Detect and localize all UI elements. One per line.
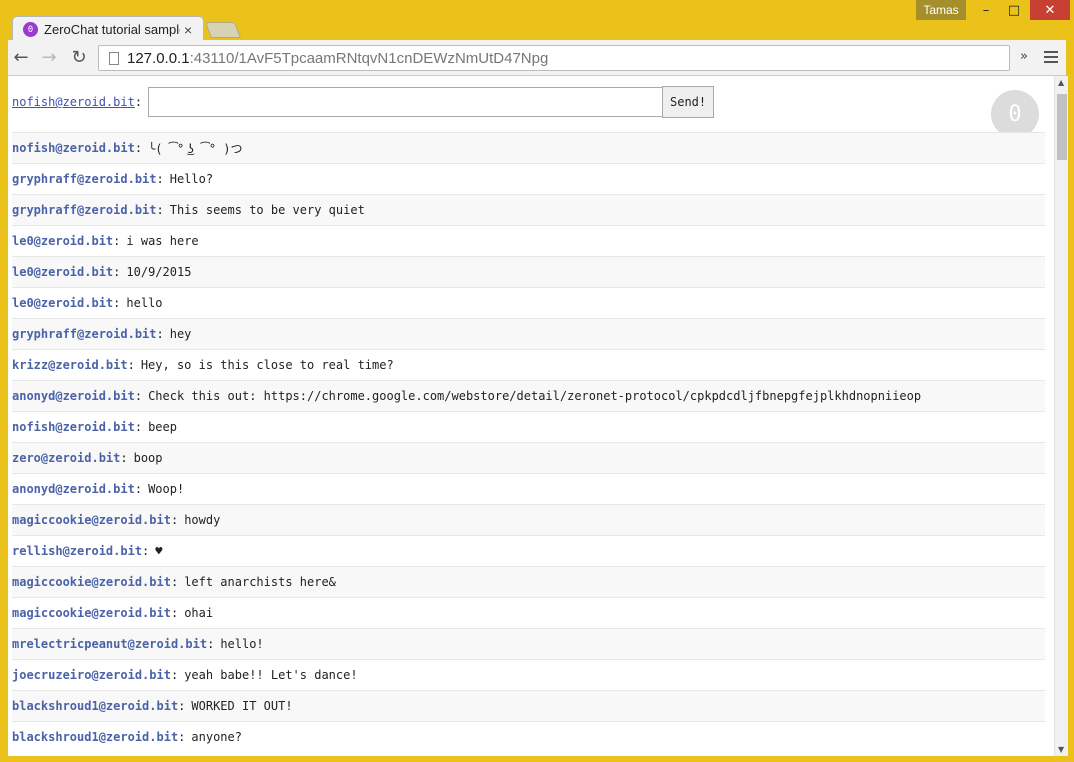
- message-text: ♥: [155, 544, 163, 558]
- message-user[interactable]: krizz@zeroid.bit: [12, 358, 128, 372]
- message-row: blackshroud1@zeroid.bit: WORKED IT OUT!: [12, 690, 1045, 721]
- chat-page: nofish@zeroid.bit : Send! 0 nofish@zeroi…: [8, 76, 1054, 756]
- message-text: hey: [169, 327, 192, 341]
- scrollbar-thumb[interactable]: [1057, 94, 1067, 160]
- message-row: rellish@zeroid.bit: ♥: [12, 535, 1045, 566]
- message-row: gryphraff@zeroid.bit: hey: [12, 318, 1045, 349]
- message-text: ohai: [184, 606, 214, 620]
- message-user[interactable]: magiccookie@zeroid.bit: [12, 575, 171, 589]
- new-tab-button[interactable]: [205, 22, 241, 38]
- compose-separator: :: [134, 95, 143, 109]
- reload-icon[interactable]: ↻: [68, 46, 90, 68]
- message-row: blackshroud1@zeroid.bit: anyone?: [12, 721, 1045, 752]
- message-user[interactable]: le0@zeroid.bit: [12, 296, 113, 310]
- message-row: magiccookie@zeroid.bit: left anarchists h…: [12, 566, 1045, 597]
- message-user[interactable]: gryphraff@zeroid.bit: [12, 327, 157, 341]
- zeronet-favicon-icon: 0: [23, 22, 38, 37]
- message-text: This seems to be very quiet: [169, 203, 365, 217]
- message-row: krizz@zeroid.bit: Hey, so is this close t…: [12, 349, 1045, 380]
- message-user[interactable]: gryphraff@zeroid.bit: [12, 172, 157, 186]
- message-user[interactable]: le0@zeroid.bit: [12, 265, 113, 279]
- url-host: 127.0.0.1: [127, 49, 190, 67]
- minimize-icon[interactable]: –: [972, 0, 1000, 20]
- message-text: Hey, so is this close to real time?: [140, 358, 394, 372]
- message-text: beep: [148, 420, 177, 434]
- message-text: Hello?: [169, 172, 214, 186]
- message-row: gryphraff@zeroid.bit: Hello?: [12, 163, 1045, 194]
- message-row: nofish@zeroid.bit: ╰( ͡° ͜ʖ ͡° )つ: [12, 132, 1045, 163]
- message-row: nofish@zeroid.bit: beep: [12, 411, 1045, 442]
- message-text: hello: [126, 296, 163, 310]
- message-row: le0@zeroid.bit: hello: [12, 287, 1045, 318]
- scroll-up-arrow-icon[interactable]: ▲: [1058, 78, 1064, 87]
- message-text: left anarchists here&: [184, 575, 336, 589]
- message-text: 10/9/2015: [126, 265, 192, 279]
- window-titlebar: 0 ZeroChat tutorial sample × Tamas – □ ✕: [0, 0, 1074, 42]
- message-text: i was here: [126, 234, 199, 248]
- message-text: hello!: [220, 637, 264, 651]
- message-row: anonyd@zeroid.bit: Woop!: [12, 473, 1045, 504]
- message-user[interactable]: nofish@zeroid.bit: [12, 420, 135, 434]
- message-row: magiccookie@zeroid.bit: ohai: [12, 597, 1045, 628]
- scroll-down-arrow-icon[interactable]: ▼: [1058, 745, 1064, 754]
- message-text: boop: [133, 451, 163, 465]
- message-user[interactable]: anonyd@zeroid.bit: [12, 482, 135, 496]
- message-row: zero@zeroid.bit: boop: [12, 442, 1045, 473]
- message-user[interactable]: blackshroud1@zeroid.bit: [12, 730, 178, 744]
- browser-toolbar: ← → ↻ 127.0.0.1:43110/1AvF5TpcaamRNtqvN1…: [8, 40, 1066, 76]
- maximize-icon[interactable]: □: [1000, 0, 1028, 20]
- window-close-icon[interactable]: ✕: [1030, 0, 1070, 20]
- message-user[interactable]: rellish@zeroid.bit: [12, 544, 142, 558]
- address-bar[interactable]: 127.0.0.1:43110/1AvF5TpcaamRNtqvN1cnDEWz…: [98, 45, 1010, 71]
- hamburger-menu-icon[interactable]: [1044, 48, 1058, 66]
- message-user[interactable]: magiccookie@zeroid.bit: [12, 606, 171, 620]
- message-row: gryphraff@zeroid.bit: This seems to be ve…: [12, 194, 1045, 225]
- profile-user-badge[interactable]: Tamas: [916, 0, 966, 20]
- back-arrow-icon[interactable]: ←: [10, 46, 32, 68]
- message-text: ╰( ͡° ͜ʖ ͡° )つ: [148, 141, 243, 156]
- page-scrollbar[interactable]: ▲ ▼: [1054, 76, 1068, 756]
- message-text: Check this out: https://chrome.google.co…: [148, 389, 922, 403]
- message-text: Woop!: [148, 482, 185, 496]
- message-user[interactable]: anonyd@zeroid.bit: [12, 389, 135, 403]
- message-input[interactable]: [148, 87, 663, 117]
- url-path: :43110/1AvF5TpcaamRNtqvN1cnDEWzNmUtD47Np…: [189, 49, 549, 67]
- message-text: howdy: [184, 513, 221, 527]
- tab-close-icon[interactable]: ×: [184, 22, 192, 38]
- message-user[interactable]: mrelectricpeanut@zeroid.bit: [12, 637, 207, 651]
- message-user[interactable]: nofish@zeroid.bit: [12, 141, 135, 155]
- message-user[interactable]: zero@zeroid.bit: [12, 451, 120, 465]
- message-text: WORKED IT OUT!: [191, 699, 293, 713]
- message-text: yeah babe!! Let's dance!: [184, 668, 358, 682]
- zeronet-peer-badge[interactable]: 0: [991, 90, 1039, 138]
- message-row: le0@zeroid.bit:10/9/2015: [12, 256, 1045, 287]
- message-row: magiccookie@zeroid.bit: howdy: [12, 504, 1045, 535]
- message-row: le0@zeroid.bit: i was here: [12, 225, 1045, 256]
- message-row: joecruzeiro@zeroid.bit: yeah babe!! Let's…: [12, 659, 1045, 690]
- current-user-link[interactable]: nofish@zeroid.bit: [12, 95, 135, 109]
- forward-arrow-icon[interactable]: →: [38, 46, 60, 68]
- message-user[interactable]: blackshroud1@zeroid.bit: [12, 699, 178, 713]
- page-icon: [109, 51, 119, 65]
- message-user[interactable]: le0@zeroid.bit: [12, 234, 113, 248]
- extensions-chevron-icon[interactable]: »: [1020, 49, 1028, 64]
- browser-tab[interactable]: 0 ZeroChat tutorial sample ×: [12, 16, 204, 42]
- message-text: anyone?: [191, 730, 242, 744]
- tab-title: ZeroChat tutorial sample: [44, 22, 180, 37]
- message-user[interactable]: joecruzeiro@zeroid.bit: [12, 668, 171, 682]
- send-button[interactable]: Send!: [662, 86, 715, 118]
- message-row: mrelectricpeanut@zeroid.bit: hello!: [12, 628, 1045, 659]
- message-user[interactable]: magiccookie@zeroid.bit: [12, 513, 171, 527]
- message-row: anonyd@zeroid.bit: Check this out: https:…: [12, 380, 1045, 411]
- message-list: nofish@zeroid.bit: ╰( ͡° ͜ʖ ͡° )つ gryphra…: [12, 132, 1045, 752]
- message-user[interactable]: gryphraff@zeroid.bit: [12, 203, 157, 217]
- compose-form: nofish@zeroid.bit : Send!: [12, 86, 715, 118]
